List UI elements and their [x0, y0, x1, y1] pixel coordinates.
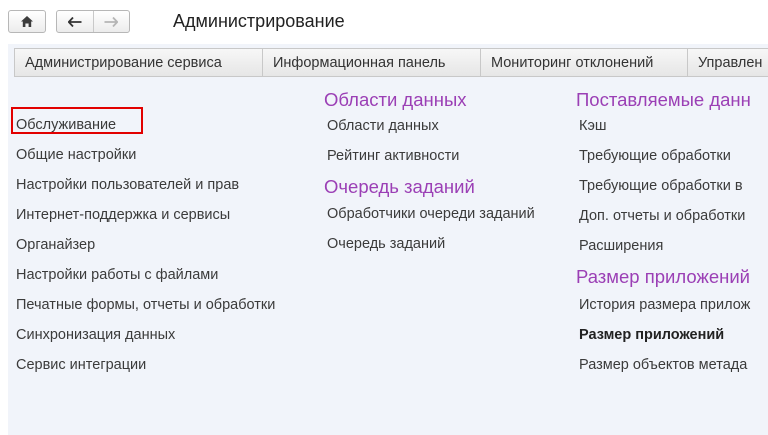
link-user-rights-settings[interactable]: Настройки пользователей и прав: [16, 176, 239, 194]
top-bar: Администрирование: [0, 0, 768, 44]
link-organizer[interactable]: Органайзер: [16, 236, 95, 254]
tab-management[interactable]: Управлен: [687, 48, 768, 77]
tab-information-panel[interactable]: Информационная панель: [262, 48, 480, 77]
home-icon: [20, 15, 34, 28]
arrow-right-icon: [104, 16, 119, 27]
section-tabs: Администрирование сервиса Информационная…: [14, 48, 768, 77]
link-general-settings[interactable]: Общие настройки: [16, 146, 136, 164]
back-button[interactable]: [57, 11, 93, 32]
link-metadata-object-size[interactable]: Размер объектов метада: [579, 356, 747, 374]
tab-service-administration[interactable]: Администрирование сервиса: [14, 48, 262, 77]
group-title-data-areas: Области данных: [324, 89, 467, 110]
group-title-application-size: Размер приложений: [576, 266, 750, 287]
link-activity-rating[interactable]: Рейтинг активности: [327, 147, 459, 165]
link-job-queue[interactable]: Очередь заданий: [327, 235, 445, 253]
link-requiring-processing[interactable]: Требующие обработки: [579, 147, 731, 165]
forward-button[interactable]: [93, 11, 129, 32]
link-internet-support[interactable]: Интернет-поддержка и сервисы: [16, 206, 230, 224]
link-data-areas[interactable]: Области данных: [327, 117, 439, 135]
link-requiring-processing-in[interactable]: Требующие обработки в: [579, 177, 743, 195]
arrow-left-icon: [67, 16, 82, 27]
home-button[interactable]: [8, 10, 46, 33]
link-file-settings[interactable]: Настройки работы с файлами: [16, 266, 218, 284]
page-title: Администрирование: [173, 11, 345, 31]
group-title-supplied-data: Поставляемые данн: [576, 89, 751, 110]
selection-highlight: [11, 107, 143, 134]
link-cache[interactable]: Кэш: [579, 117, 606, 135]
link-app-size-history[interactable]: История размера прилож: [579, 296, 750, 314]
tab-deviation-monitoring[interactable]: Мониторинг отклонений: [480, 48, 687, 77]
link-print-forms[interactable]: Печатные формы, отчеты и обработки: [16, 296, 275, 314]
link-queue-handlers[interactable]: Обработчики очереди заданий: [327, 205, 535, 223]
navigation-buttons: [56, 10, 130, 33]
link-data-sync[interactable]: Синхронизация данных: [16, 326, 175, 344]
link-extensions[interactable]: Расширения: [579, 237, 663, 255]
link-additional-reports[interactable]: Доп. отчеты и обработки: [579, 207, 745, 225]
link-app-size[interactable]: Размер приложений: [579, 326, 724, 344]
link-integration-service[interactable]: Сервис интеграции: [16, 356, 146, 374]
group-title-job-queue: Очередь заданий: [324, 176, 475, 197]
